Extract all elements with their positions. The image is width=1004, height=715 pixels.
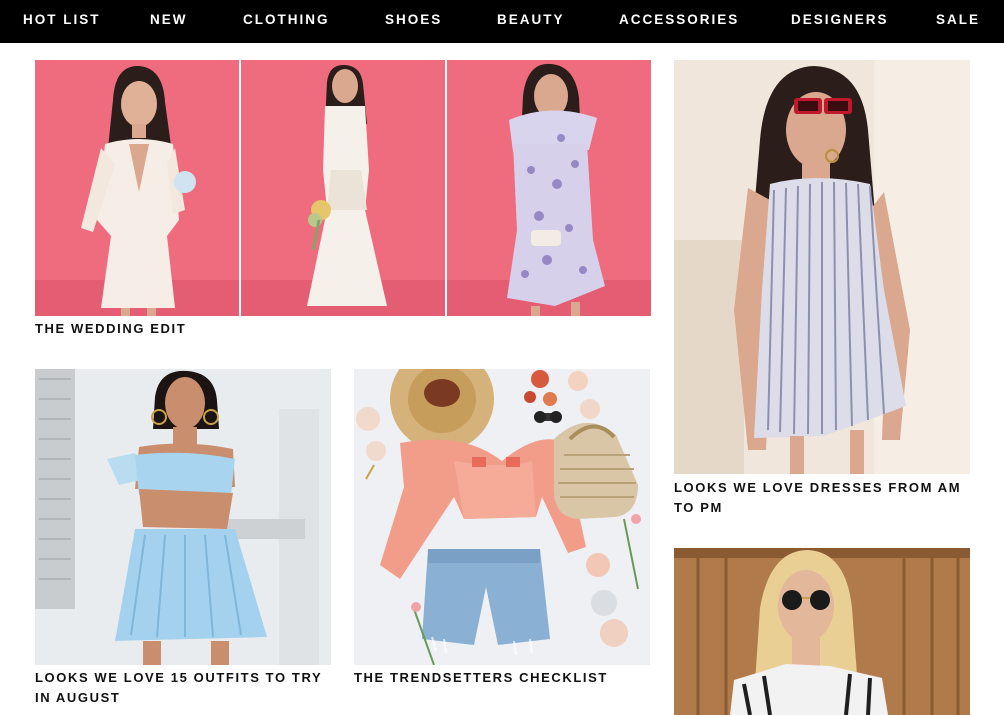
dresses-caption[interactable]: LOOKS WE LOVE DRESSES FROM AM TO PM [674, 478, 970, 518]
nav-item-beauty[interactable]: BEAUTY [497, 12, 565, 27]
top-nav: HOT LIST NEW CLOTHING SHOES BEAUTY ACCES… [0, 0, 1004, 43]
nav-item-designers[interactable]: DESIGNERS [791, 12, 889, 27]
wedding-image-gown[interactable] [241, 60, 445, 316]
dresses-image[interactable] [674, 60, 970, 474]
sunglasses-look-image[interactable] [674, 548, 970, 715]
nav-item-clothing[interactable]: CLOTHING [243, 12, 330, 27]
wedding-image-white-dress[interactable] [35, 60, 239, 316]
trendsetters-image[interactable] [354, 369, 650, 665]
august-outfits-image[interactable] [35, 369, 331, 665]
wedding-edit-caption[interactable]: THE WEDDING EDIT [35, 319, 651, 339]
trendsetters-caption[interactable]: THE TRENDSETTERS CHECKLIST [354, 668, 650, 688]
nav-item-shoes[interactable]: SHOES [385, 12, 442, 27]
wedding-image-floral-dress[interactable] [447, 60, 651, 316]
nav-item-accessories[interactable]: ACCESSORIES [619, 12, 739, 27]
august-outfits-caption[interactable]: LOOKS WE LOVE 15 OUTFITS TO TRY IN AUGUS… [35, 668, 335, 708]
nav-item-hot-list[interactable]: HOT LIST [23, 12, 101, 27]
nav-item-sale[interactable]: SALE [936, 12, 980, 27]
nav-item-new[interactable]: NEW [150, 12, 188, 27]
